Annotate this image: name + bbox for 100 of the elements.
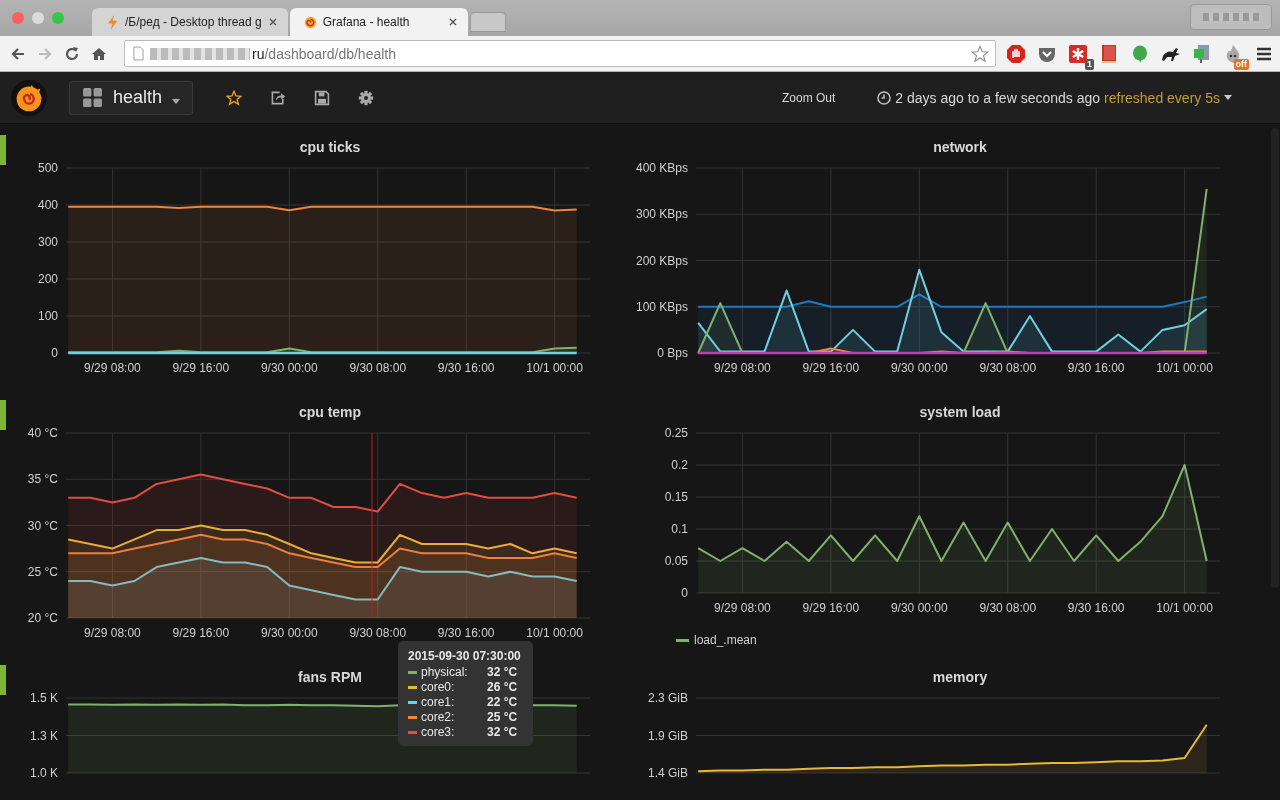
y-axis-label: 0 [681, 586, 688, 600]
panel-title[interactable]: network [933, 139, 987, 155]
caret-icon [172, 99, 181, 104]
x-axis-label: 9/29 08:00 [714, 601, 771, 615]
x-axis-label: 9/29 08:00 [84, 361, 141, 375]
x-axis-label: 9/30 00:00 [260, 361, 318, 375]
y-axis-label: 40 °C [27, 426, 58, 440]
y-axis-label: 20 °C [27, 611, 58, 625]
y-axis-label: 400 KBps [635, 161, 688, 175]
legend-label[interactable]: load_.mean [694, 633, 757, 647]
asterisk-icon[interactable] [1068, 43, 1088, 64]
panel-title[interactable]: system load [919, 404, 1001, 420]
home-icon[interactable] [91, 45, 107, 62]
x-axis-label: 10/1 00:00 [526, 361, 583, 375]
y-axis-label: 30 °C [27, 518, 58, 533]
tooltip-label: core3: [421, 725, 456, 740]
tooltip-value: 26 °C [487, 680, 518, 695]
grid-icon [82, 87, 103, 108]
tooltip-time: 2015-09-30 07:30:00 [408, 649, 521, 663]
row-marker[interactable] [0, 135, 6, 165]
x-axis-label: 9/30 16:00 [437, 626, 495, 640]
y-axis-label: 100 KBps [635, 299, 688, 314]
x-axis-label: 9/29 08:00 [714, 361, 771, 375]
y-axis-label: 500 [37, 161, 58, 175]
close-icon[interactable] [447, 17, 458, 27]
tooltip-label: core2: [421, 710, 456, 725]
count-badge: 1 [1085, 58, 1094, 70]
x-axis-label: 9/30 08:00 [979, 601, 1037, 615]
y-axis-label: 0.05 [664, 554, 688, 568]
x-axis-label: 9/29 16:00 [172, 361, 230, 375]
y-axis-label: 1.5 K [29, 691, 58, 705]
y-axis-label: 25 °C [27, 564, 58, 579]
tooltip-value: 32 °C [487, 665, 518, 680]
tooltip-label: core1: [421, 695, 456, 710]
y-axis-label: 35 °C [27, 472, 58, 487]
reload-icon[interactable] [64, 45, 80, 62]
y-axis-label: 0.15 [664, 490, 688, 504]
bookmark-star-icon[interactable] [971, 44, 989, 63]
y-axis-label: 1.9 GiB [647, 728, 688, 743]
row-marker[interactable] [0, 665, 6, 695]
dashboard-picker[interactable]: health [69, 80, 194, 115]
y-axis-label: 0.25 [664, 426, 688, 440]
share-icon[interactable] [270, 89, 287, 106]
tooltip-label: core0: [421, 680, 456, 695]
zoom-out-button[interactable]: Zoom Out [776, 89, 842, 106]
y-axis-label: 1.0 K [29, 766, 58, 780]
time-range-picker[interactable]: 2 days ago to a few seconds ago refreshed every 5s [871, 88, 1238, 107]
y-axis-label: 1.4 GiB [647, 766, 688, 780]
clock-icon [877, 90, 892, 105]
x-axis-label: 10/1 00:00 [526, 626, 583, 640]
page-icon [133, 46, 144, 61]
swirl-logo[interactable] [10, 78, 48, 117]
y-axis-label: 300 KBps [635, 207, 688, 222]
back-icon[interactable] [10, 45, 26, 62]
x-axis-label: 9/29 08:00 [84, 626, 141, 640]
clipboard-icon[interactable] [1192, 43, 1212, 64]
book-icon[interactable] [1099, 43, 1119, 64]
off-badge: off [1233, 58, 1249, 70]
y-axis-label: 0 [51, 346, 58, 360]
tooltip-label: physical: [421, 665, 469, 680]
x-axis-label: 9/29 16:00 [172, 626, 230, 640]
panel-title[interactable]: memory [932, 669, 988, 685]
browser-tab[interactable]: /Б/ред - Desktop thread g [92, 8, 288, 36]
x-axis-label: 9/30 08:00 [349, 626, 407, 640]
y-axis-label: 0 Bps [657, 346, 688, 360]
row-marker[interactable] [0, 400, 6, 430]
x-axis-label: 10/1 00:00 [1156, 361, 1213, 375]
x-axis-label: 9/30 00:00 [260, 626, 318, 640]
x-axis-label: 9/29 16:00 [802, 361, 860, 375]
x-axis-label: 9/30 16:00 [1067, 601, 1125, 615]
y-axis-label: 200 KBps [635, 253, 688, 268]
tooltip-value: 22 °C [487, 695, 518, 710]
tooltip-value: 32 °C [487, 725, 518, 740]
x-axis-label: 9/30 08:00 [349, 361, 407, 375]
close-icon[interactable] [267, 17, 278, 27]
settings-icon[interactable] [358, 89, 375, 106]
panel-title[interactable]: cpu temp [298, 404, 362, 420]
address-bar[interactable]: ru/dashboard/db/health [124, 40, 996, 67]
y-axis-label: 0.2 [671, 458, 688, 472]
y-axis-label: 100 [37, 309, 58, 323]
x-axis-label: 9/30 00:00 [890, 601, 948, 615]
y-axis-label: 2.3 GiB [647, 691, 688, 705]
browser-tab[interactable]: Grafana - health [289, 8, 468, 36]
panel-title[interactable]: cpu ticks [299, 139, 361, 155]
x-axis-label: 9/30 16:00 [1067, 361, 1125, 375]
star-icon[interactable] [226, 89, 243, 106]
stop-hand-icon[interactable] [1006, 43, 1026, 64]
tooltip-value: 25 °C [487, 710, 518, 725]
save-icon[interactable] [314, 89, 331, 106]
y-axis-label: 0.1 [671, 522, 688, 536]
y-axis-label: 300 [37, 235, 58, 249]
x-axis-label: 9/29 16:00 [802, 601, 860, 615]
speech-balloon-icon[interactable] [1130, 43, 1150, 64]
x-axis-label: 10/1 00:00 [1156, 601, 1213, 615]
legend-swatch [676, 638, 689, 642]
x-axis-label: 9/30 16:00 [437, 361, 495, 375]
lightning-icon [106, 14, 119, 30]
x-axis-label: 9/30 08:00 [979, 361, 1037, 375]
panel-title[interactable]: fans RPM [298, 669, 362, 685]
y-axis-label: 400 [37, 198, 58, 212]
